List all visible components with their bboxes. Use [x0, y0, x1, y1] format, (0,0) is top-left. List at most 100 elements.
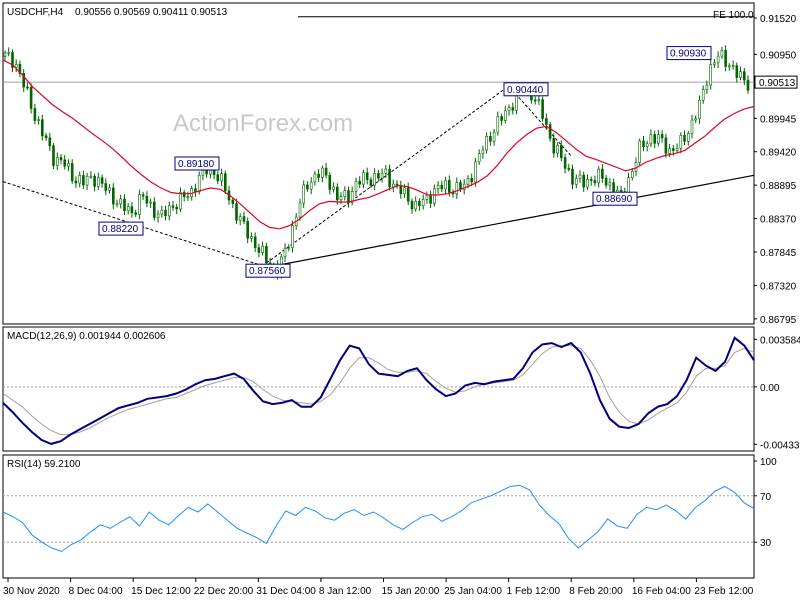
candle-body: [679, 135, 683, 149]
price-tick-label: 0.88370: [760, 215, 797, 226]
candle-body: [186, 196, 190, 198]
macd-tick-label: 0.003584: [760, 335, 800, 346]
candle-body: [321, 167, 324, 178]
x-tick-label: 31 Dec 04:00: [256, 586, 316, 597]
candle-body: [306, 184, 309, 190]
candle-body: [373, 173, 376, 186]
candle-body: [690, 119, 694, 134]
candle-body: [444, 180, 447, 190]
candle-body: [563, 157, 567, 169]
candle-body: [735, 65, 739, 78]
fe-label: FE 100.0: [713, 10, 754, 21]
candle-body: [380, 173, 384, 179]
macd-tick-label: -0.004331: [760, 440, 800, 451]
candle-body: [459, 182, 462, 190]
candle-body: [593, 180, 597, 184]
candle-body: [694, 118, 698, 121]
candle-body: [93, 175, 96, 187]
candle-body: [388, 168, 391, 188]
candle-body: [556, 145, 559, 154]
candle-body: [559, 145, 563, 158]
candle-body: [85, 175, 89, 186]
candle-body: [59, 157, 63, 161]
candle-body: [660, 134, 664, 139]
x-tick-label: 15 Dec 12:00: [131, 586, 191, 597]
candle-body: [604, 178, 608, 186]
candle-body: [489, 136, 492, 142]
price-tick-label: 0.90513: [759, 78, 796, 89]
candle-body: [261, 245, 264, 253]
candle-body: [115, 203, 119, 206]
candle-body: [231, 199, 235, 205]
rsi-tick-label: 100: [760, 457, 777, 468]
candle-body: [698, 100, 701, 120]
candle-body: [175, 207, 178, 210]
x-tick-label: 16 Feb 04:00: [632, 586, 691, 597]
x-tick-label: 25 Jan 04:00: [444, 586, 502, 597]
candle-body: [40, 119, 44, 137]
candle-body: [309, 181, 313, 190]
candle-body: [507, 107, 511, 112]
candle-body: [104, 183, 108, 191]
candle-body: [410, 200, 414, 210]
macd-tick-label: 0.00: [760, 383, 780, 394]
candle-body: [645, 143, 649, 147]
candle-body: [287, 247, 291, 249]
candle-body: [537, 99, 541, 101]
x-tick-label: 15 Jan 20:00: [382, 586, 440, 597]
candle-body: [134, 212, 137, 215]
price-tick-label: 0.88895: [760, 181, 797, 192]
candle-body: [55, 157, 59, 166]
candle-body: [82, 175, 85, 186]
candle-body: [541, 99, 544, 119]
candle-body: [649, 134, 653, 145]
candle-body: [481, 149, 485, 154]
candle-body: [391, 183, 395, 188]
candle-body: [586, 179, 589, 188]
candle-body: [582, 174, 586, 188]
candle-body: [574, 178, 578, 185]
candle-body: [492, 131, 496, 142]
candle-body: [421, 199, 425, 207]
candle-body: [238, 216, 242, 221]
candle-body: [156, 213, 160, 218]
price-annotation: 0.90440: [507, 85, 544, 96]
candle-body: [455, 182, 459, 195]
price-ohlc: 0.90556 0.90569 0.90411 0.90513: [75, 7, 228, 18]
candle-body: [709, 64, 713, 86]
candle-body: [567, 168, 571, 170]
candle-body: [7, 52, 10, 54]
price-tick-label: 0.90950: [760, 50, 797, 61]
candle-body: [731, 65, 735, 67]
candle-body: [470, 178, 474, 183]
candle-body: [216, 174, 220, 182]
candle-body: [343, 190, 347, 198]
candle-body: [425, 194, 429, 200]
candle-body: [362, 172, 365, 185]
candle-body: [108, 187, 111, 191]
candle-body: [406, 187, 410, 202]
candle-body: [447, 180, 451, 193]
candle-body: [33, 108, 37, 121]
x-tick-label: 8 Dec 04:00: [69, 586, 123, 597]
candle-body: [713, 62, 716, 65]
candle-body: [720, 49, 724, 57]
candle-body: [317, 173, 320, 178]
x-tick-label: 1 Feb 12:00: [507, 586, 561, 597]
candle-body: [123, 198, 126, 211]
price-tick-label: 0.87320: [760, 281, 797, 292]
candle-body: [589, 179, 593, 181]
candle-body: [328, 175, 332, 190]
price-annotation: 0.89180: [178, 159, 215, 170]
candle-body: [571, 168, 574, 185]
candle-body: [168, 205, 171, 217]
rsi-title: RSI(14) 59.2100: [7, 459, 81, 470]
watermark: ActionForex.com: [173, 110, 353, 137]
candle-body: [164, 209, 167, 217]
candle-body: [619, 189, 623, 192]
candle-body: [716, 55, 720, 64]
price-tick-label: 0.86795: [760, 315, 797, 326]
candle-body: [671, 148, 675, 151]
candle-body: [354, 180, 358, 192]
candle-body: [429, 194, 432, 204]
